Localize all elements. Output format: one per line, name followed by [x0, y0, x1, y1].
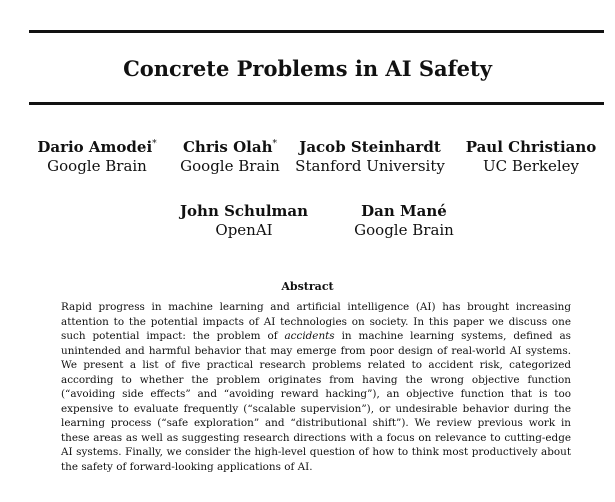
author-affiliation: OpenAI — [215, 221, 273, 239]
author-name: Dan Mané — [361, 202, 447, 220]
equal-contribution-mark: * — [152, 139, 157, 149]
abstract-heading: Abstract — [281, 280, 334, 293]
author-affiliation: Google Brain — [47, 157, 147, 175]
author-affiliation: Stanford University — [295, 157, 445, 175]
author-block: Dan Mané Google Brain — [354, 202, 454, 240]
title-rule-bottom — [29, 102, 604, 105]
author-block: Dario Amodei* Google Brain — [37, 138, 156, 176]
abstract-text: Rapid progress in machine learning and a… — [61, 300, 571, 474]
author-block: Chris Olah* Google Brain — [180, 138, 280, 176]
author-name: Chris Olah* — [180, 138, 280, 157]
author-affiliation: Google Brain — [354, 221, 454, 239]
author-name: John Schulman — [179, 202, 309, 220]
author-name: Paul Christiano — [465, 138, 597, 156]
author-name-text: Chris Olah — [182, 138, 273, 156]
author-name: Dario Amodei* — [37, 138, 156, 157]
abstract-emphasis: accidents — [284, 330, 335, 342]
author-block: John Schulman OpenAI — [180, 202, 308, 240]
author-block: Jacob Steinhardt Stanford University — [295, 138, 445, 176]
title-rule-top — [29, 30, 604, 33]
author-block: Paul Christiano UC Berkeley — [466, 138, 597, 176]
author-name-text: Dario Amodei — [37, 138, 153, 156]
abstract-text-part: in machine learning systems, defined as … — [61, 330, 571, 473]
author-affiliation: Google Brain — [180, 157, 280, 175]
paper-title: Concrete Problems in AI Safety — [123, 56, 492, 81]
author-affiliation: UC Berkeley — [482, 157, 580, 175]
author-name: Jacob Steinhardt — [299, 138, 441, 156]
equal-contribution-mark: * — [272, 139, 278, 149]
